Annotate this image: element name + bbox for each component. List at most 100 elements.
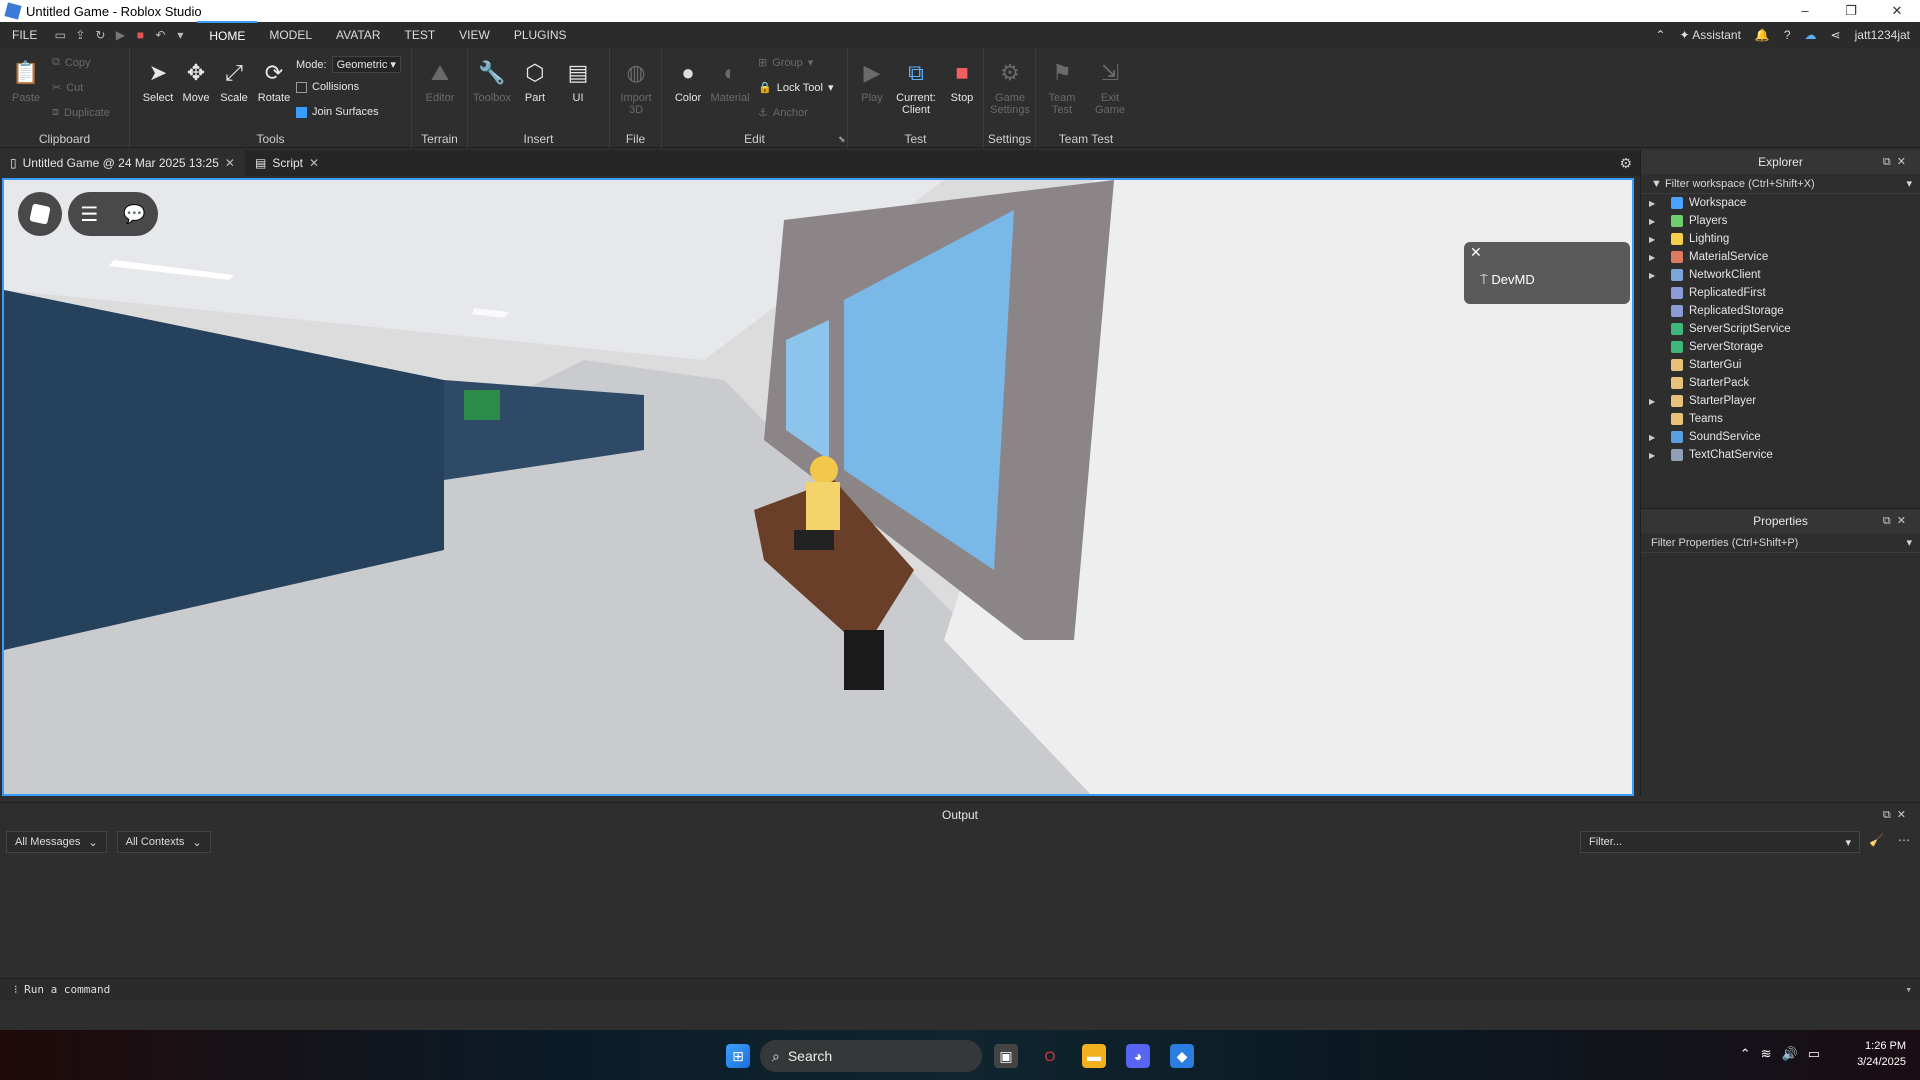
explorer-item-textchatservice[interactable]: ▶ TextChatService	[1641, 446, 1920, 464]
close-tab-icon[interactable]: ✕	[225, 156, 235, 170]
expand-arrow-icon[interactable]: ▶	[1649, 199, 1661, 208]
command-bar[interactable]: ⁝ Run a command ▾	[0, 978, 1920, 1000]
exit-game-button[interactable]: ⇲ Exit Game	[1088, 58, 1132, 116]
chevron-down-icon[interactable]: ▾	[1905, 979, 1912, 1001]
explorer-item-serverstorage[interactable]: ServerStorage	[1641, 338, 1920, 356]
tray-chevron-icon[interactable]: ⌃	[1740, 1046, 1751, 1062]
cut-button[interactable]: ✂ Cut	[52, 81, 83, 95]
edit-settings-expander-icon[interactable]: ⬊	[838, 134, 846, 145]
panel-controls[interactable]: ⧉✕	[1883, 803, 1912, 827]
tab-avatar[interactable]: AVATAR	[324, 22, 392, 48]
expand-arrow-icon[interactable]: ▶	[1649, 451, 1661, 460]
stop-icon[interactable]: ■	[133, 28, 147, 42]
color-button[interactable]: ● Color	[666, 58, 710, 104]
expand-arrow-icon[interactable]: ▶	[1649, 397, 1661, 406]
expand-arrow-icon[interactable]: ▶	[1649, 271, 1661, 280]
roblox-studio-taskbar-icon[interactable]: ◆	[1170, 1044, 1194, 1068]
clear-output-icon[interactable]: 🧹	[1869, 833, 1884, 847]
file-menu[interactable]: FILE	[0, 22, 49, 48]
rotate-tool-button[interactable]: ⟳ Rotate	[252, 58, 296, 104]
output-filter-input[interactable]: Filter... ▾	[1580, 831, 1860, 853]
taskbar-search[interactable]: ⌕ Search	[760, 1040, 982, 1072]
tab-plugins[interactable]: PLUGINS	[502, 22, 579, 48]
team-test-button[interactable]: ⚑ Team Test	[1040, 58, 1084, 116]
explorer-item-lighting[interactable]: ▶ Lighting	[1641, 230, 1920, 248]
collisions-checkbox[interactable]: Collisions	[296, 81, 359, 93]
hamburger-menu-icon[interactable]: ☰	[80, 202, 98, 227]
share-icon[interactable]: ⋖	[1831, 28, 1841, 42]
explorer-item-serverscriptservice[interactable]: ServerScriptService	[1641, 320, 1920, 338]
wifi-icon[interactable]: ≋	[1761, 1046, 1772, 1062]
explorer-item-replicatedfirst[interactable]: ReplicatedFirst	[1641, 284, 1920, 302]
chat-icon[interactable]: 💬	[123, 204, 145, 225]
contexts-dropdown[interactable]: All Contexts ⌄	[116, 831, 211, 853]
chevron-down-icon[interactable]: ▾	[1906, 533, 1912, 553]
notifications-icon[interactable]: 🔔	[1755, 28, 1770, 42]
mode-selector[interactable]: Mode: Geometric ▾	[296, 56, 401, 73]
scale-tool-button[interactable]: ⤢ Scale	[212, 58, 256, 104]
anchor-button[interactable]: ⚓ Anchor	[758, 106, 808, 120]
explorer-item-startergui[interactable]: StarterGui	[1641, 356, 1920, 374]
tab-untitled-game[interactable]: ▯ Untitled Game @ 24 Mar 2025 13:25 ✕	[0, 150, 245, 176]
cloud-icon[interactable]: ☁	[1805, 28, 1817, 42]
more-options-icon[interactable]: ⋯	[1898, 833, 1910, 847]
copy-button[interactable]: ⧉ Copy	[52, 56, 91, 69]
toolbox-button[interactable]: 🔧 Toolbox	[470, 58, 514, 104]
close-button[interactable]: ✕	[1874, 0, 1920, 22]
collisions-check[interactable]	[296, 81, 307, 93]
properties-filter-input[interactable]: Filter Properties (Ctrl+Shift+P) ▾	[1641, 533, 1920, 553]
discord-icon[interactable]: ◕	[1126, 1044, 1150, 1068]
volume-icon[interactable]: 🔊	[1782, 1046, 1798, 1062]
help-icon[interactable]: ?	[1784, 28, 1791, 42]
minimize-button[interactable]: –	[1782, 0, 1828, 22]
explorer-item-materialservice[interactable]: ▶ MaterialService	[1641, 248, 1920, 266]
expand-arrow-icon[interactable]: ▶	[1649, 433, 1661, 442]
explorer-item-replicatedstorage[interactable]: ReplicatedStorage	[1641, 302, 1920, 320]
expand-arrow-icon[interactable]: ▶	[1649, 235, 1661, 244]
tab-script[interactable]: ▤ Script ✕	[245, 150, 329, 176]
current-client-button[interactable]: ⧉ Current: Client	[892, 58, 940, 116]
devmd-close-icon[interactable]: ✕	[1470, 244, 1482, 261]
collapse-ribbon-icon[interactable]: ⌃	[1655, 28, 1665, 42]
duplicate-button[interactable]: ⧈ Duplicate	[52, 106, 110, 119]
material-button[interactable]: ◐ Material	[708, 58, 752, 104]
roblox-menu-button[interactable]	[18, 192, 62, 236]
tab-view[interactable]: VIEW	[447, 22, 502, 48]
user-menu[interactable]: jatt1234jat	[1855, 28, 1910, 42]
tab-home[interactable]: HOME	[197, 21, 258, 49]
opera-icon[interactable]: O	[1038, 1044, 1062, 1068]
explorer-item-soundservice[interactable]: ▶ SoundService	[1641, 428, 1920, 446]
explorer-item-networkclient[interactable]: ▶ NetworkClient	[1641, 266, 1920, 284]
viewport-settings-icon[interactable]: ⚙	[1619, 155, 1632, 172]
tab-test[interactable]: TEST	[392, 22, 447, 48]
lock-tool-button[interactable]: 🔒 Lock Tool ▾	[758, 81, 834, 95]
explorer-item-workspace[interactable]: ▶ Workspace	[1641, 194, 1920, 212]
publish-icon[interactable]: ⇪	[73, 28, 87, 42]
explorer-item-starterpack[interactable]: StarterPack	[1641, 374, 1920, 392]
new-file-icon[interactable]: ▭	[53, 28, 67, 42]
panel-controls[interactable]: ⧉✕	[1883, 150, 1912, 174]
close-tab-icon[interactable]: ✕	[309, 156, 319, 170]
explorer-filter-input[interactable]: ▼ Filter workspace (Ctrl+Shift+X) ▾	[1641, 174, 1920, 194]
expand-arrow-icon[interactable]: ▶	[1649, 217, 1661, 226]
ui-button[interactable]: ▤ UI	[556, 58, 600, 104]
devmd-label[interactable]: ⍑ DevMD	[1480, 272, 1535, 288]
terrain-editor-button[interactable]: ⛰ Editor	[418, 58, 462, 104]
task-view-icon[interactable]: ▣	[994, 1044, 1018, 1068]
join-surfaces-checkbox[interactable]: Join Surfaces	[296, 106, 379, 118]
dropdown-icon[interactable]: ▾	[173, 28, 187, 42]
stop-button[interactable]: ■ Stop	[940, 58, 984, 104]
join-surfaces-check[interactable]	[296, 106, 307, 118]
play-icon[interactable]: ▶	[113, 28, 127, 42]
game-settings-button[interactable]: ⚙ Game Settings	[988, 58, 1032, 116]
messages-dropdown[interactable]: All Messages ⌄	[6, 831, 107, 853]
battery-icon[interactable]: ▭	[1808, 1046, 1820, 1062]
mode-dropdown[interactable]: Geometric ▾	[331, 56, 401, 73]
undo-icon[interactable]: ↶	[153, 28, 167, 42]
file-explorer-icon[interactable]: ▬	[1082, 1044, 1106, 1068]
tab-model[interactable]: MODEL	[257, 22, 324, 48]
import3d-button[interactable]: ◍ Import 3D	[614, 58, 658, 116]
panel-controls[interactable]: ⧉✕	[1883, 509, 1912, 533]
explorer-item-starterplayer[interactable]: ▶ StarterPlayer	[1641, 392, 1920, 410]
redo-icon[interactable]: ↻	[93, 28, 107, 42]
